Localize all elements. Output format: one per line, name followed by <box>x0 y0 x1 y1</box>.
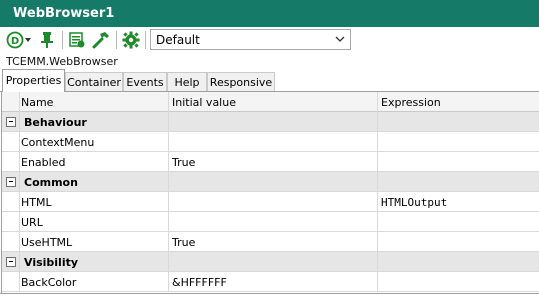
row-gutter <box>2 192 20 212</box>
window-title: WebBrowser1 <box>13 6 115 21</box>
window-titlebar: WebBrowser1 <box>0 0 539 27</box>
row-gutter <box>2 232 20 252</box>
row-gutter <box>2 212 20 232</box>
component-name: TCEMM.WebBrowser <box>6 55 118 68</box>
configuration-select-value: Default <box>156 33 200 47</box>
svg-text:D: D <box>11 36 19 47</box>
chevron-down-icon <box>334 32 346 49</box>
property-name: ContextMenu <box>21 136 95 149</box>
grid-header-gutter <box>2 92 20 112</box>
row-gutter <box>2 272 20 292</box>
row-gutter <box>2 112 20 132</box>
column-header-expression[interactable]: Expression <box>381 96 441 109</box>
configuration-select[interactable]: Default <box>150 29 351 50</box>
tab-responsive[interactable]: Responsive <box>207 72 275 91</box>
tab-container[interactable]: Container <box>65 72 123 91</box>
designer-d-icon[interactable]: D <box>6 30 34 50</box>
grid-header: Name Initial value Expression <box>2 92 539 112</box>
pin-icon[interactable] <box>37 30 57 50</box>
category-row-behaviour[interactable]: Behaviour <box>2 112 539 132</box>
column-header-initial-value[interactable]: Initial value <box>172 96 236 109</box>
column-header-name[interactable]: Name <box>21 96 53 109</box>
property-name: BackColor <box>21 276 77 289</box>
collapse-icon[interactable] <box>6 117 16 127</box>
toolbar-separator <box>116 31 117 49</box>
row-gutter <box>2 132 20 152</box>
toolbar-separator <box>145 31 146 49</box>
toolbar-separator <box>62 31 63 49</box>
gear-icon[interactable] <box>121 30 141 50</box>
property-row-enabled[interactable]: Enabled True <box>2 152 539 172</box>
row-gutter <box>2 252 20 272</box>
property-row-html[interactable]: HTML HTMLOutput <box>2 192 539 212</box>
collapse-icon[interactable] <box>6 257 16 267</box>
property-name: URL <box>21 216 43 229</box>
row-gutter <box>2 172 20 192</box>
tab-strip: Properties Container Events Help Respons… <box>0 69 539 92</box>
property-initial-value[interactable]: True <box>172 236 195 249</box>
category-label: Visibility <box>24 256 79 269</box>
category-label: Common <box>24 176 78 189</box>
property-name: HTML <box>21 196 52 209</box>
property-row-usehtml[interactable]: UseHTML True <box>2 232 539 252</box>
property-row-url[interactable]: URL <box>2 212 539 232</box>
tab-properties[interactable]: Properties <box>2 69 65 92</box>
property-name: UseHTML <box>21 236 73 249</box>
row-gutter <box>2 152 20 172</box>
tab-help[interactable]: Help <box>167 72 207 91</box>
property-initial-value[interactable]: True <box>172 156 195 169</box>
category-label: Behaviour <box>24 116 87 129</box>
properties-list-icon[interactable] <box>67 30 87 50</box>
property-name: Enabled <box>21 156 66 169</box>
category-row-visibility[interactable]: Visibility <box>2 252 539 272</box>
tab-events[interactable]: Events <box>123 72 167 91</box>
category-row-common[interactable]: Common <box>2 172 539 192</box>
collapse-icon[interactable] <box>6 177 16 187</box>
property-row-contextmenu[interactable]: ContextMenu <box>2 132 539 152</box>
property-expression[interactable]: HTMLOutput <box>381 196 447 209</box>
hammer-icon[interactable] <box>90 30 112 50</box>
property-initial-value[interactable]: &HFFFFFF <box>172 276 227 289</box>
property-row-backcolor[interactable]: BackColor &HFFFFFF <box>2 272 539 292</box>
property-grid: Name Initial value Expression Behaviour … <box>1 92 539 293</box>
grid-bottom-border <box>0 293 539 298</box>
